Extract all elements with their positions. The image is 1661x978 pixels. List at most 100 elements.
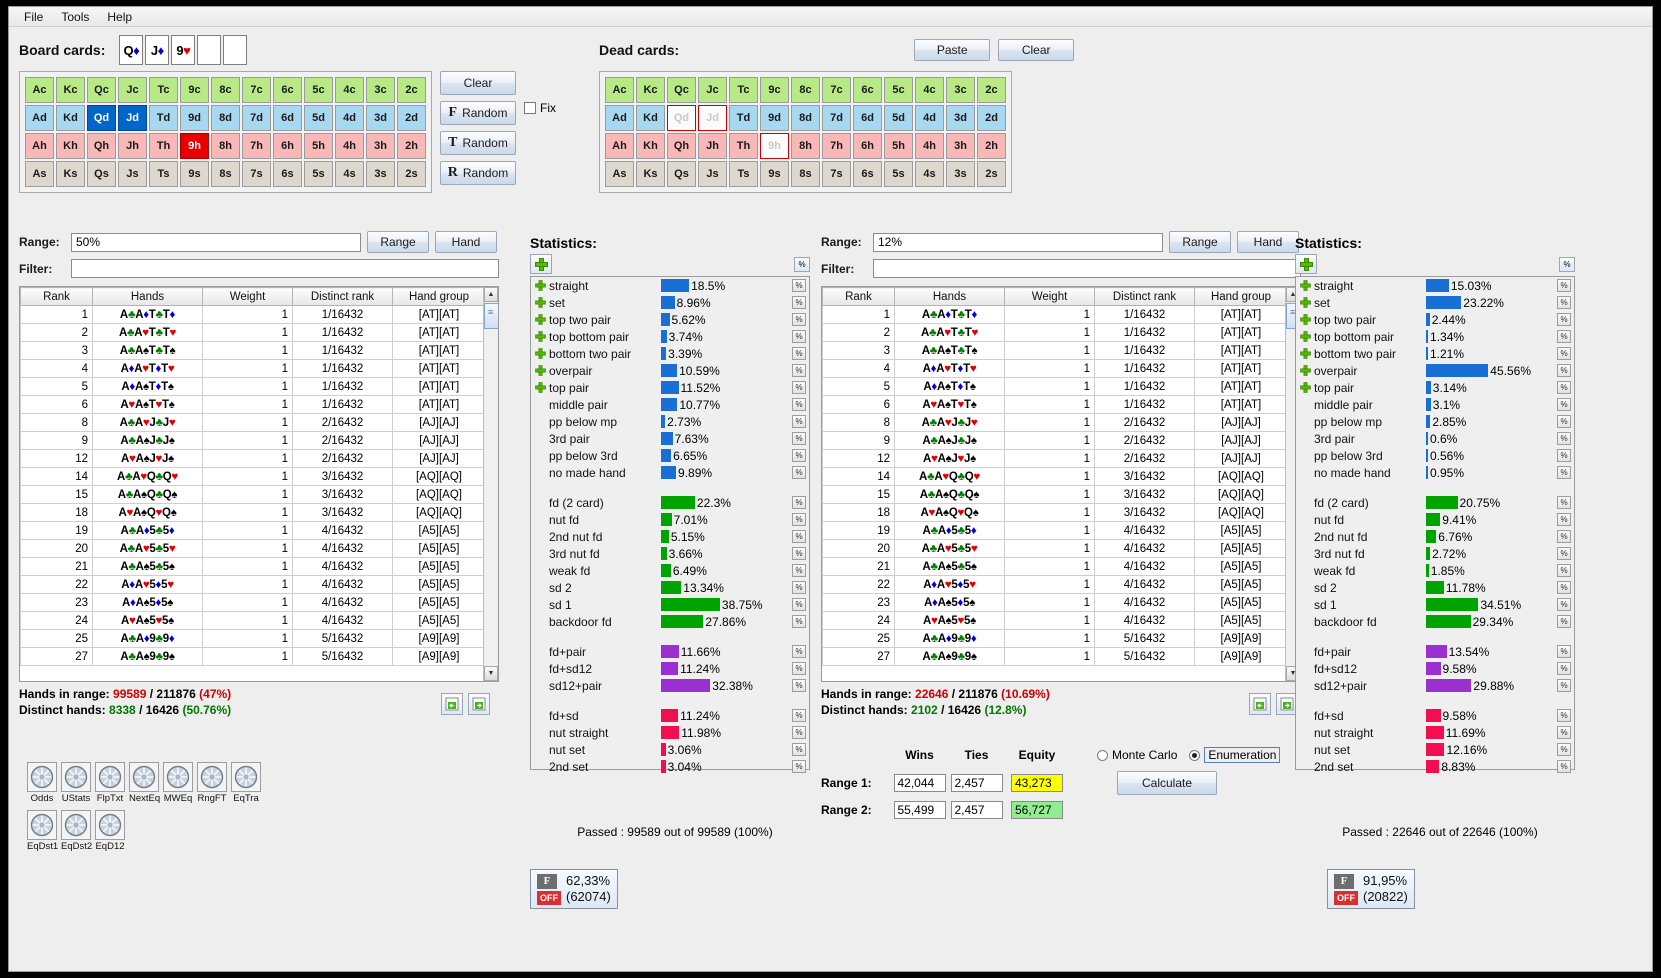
table-row[interactable]: 2 A♣A♥T♣T♥ 1 1/16432 [AT][AT] [20,323,485,342]
board-f-random-button[interactable]: F Random [440,101,516,125]
table-row[interactable]: 19 A♣A♦5♣5♦ 1 4/16432 [A5][A5] [20,521,485,540]
card-cell-4c[interactable]: 4c [335,77,364,103]
card-cell-2s[interactable]: 2s [397,161,426,187]
range2-hands-table[interactable]: Rank Hands Weight Distinct rank Hand group 1 A… [822,287,1287,666]
card-cell-8h[interactable]: 8h [211,133,240,159]
table-row[interactable]: 5 A♦A♠T♦T♠ 1 1/16432 [AT][AT] [822,377,1287,396]
card-cell-Kh[interactable]: Kh [56,133,85,159]
card-cell-6h[interactable]: 6h [853,133,882,159]
card-cell-Qh[interactable]: Qh [667,133,696,159]
expand-plus-icon[interactable] [1296,313,1314,326]
card-cell-8s[interactable]: 8s [791,161,820,187]
range1-import-icon[interactable] [441,693,463,715]
table-row[interactable]: 22 A♦A♥5♦5♥ 1 4/16432 [A5][A5] [20,575,485,594]
card-cell-Ts[interactable]: Ts [149,161,178,187]
stat-row-3rd-pair[interactable]: 3rd pair 0.6%% [1296,430,1574,447]
stat-percent-button[interactable]: % [792,679,806,692]
card-cell-5d[interactable]: 5d [884,105,913,131]
card-cell-Kd[interactable]: Kd [636,105,665,131]
statistics2-expand-all-button[interactable] [1295,254,1317,274]
board-card-slot-4[interactable] [197,35,222,65]
stat-percent-button[interactable]: % [1557,598,1571,611]
card-cell-8d[interactable]: 8d [211,105,240,131]
stat-percent-button[interactable]: % [1557,279,1571,292]
board-card-slots[interactable]: Q ♦ J ♦ 9 ♥ [119,35,248,65]
pie-chart-icon[interactable] [197,762,227,792]
card-cell-As[interactable]: As [25,161,54,187]
board-card-grid[interactable]: Ac Kc Qc Jc Tc 9c 8c 7c 6c 5c 4c 3c 2c Ad Kd Qd Jd Td 9d 8d… [19,71,432,193]
stat-percent-button[interactable]: % [792,726,806,739]
card-cell-7s[interactable]: 7s [242,161,271,187]
card-cell-As[interactable]: As [605,161,634,187]
card-cell-9d[interactable]: 9d [180,105,209,131]
stat-row-sd-1[interactable]: sd 1 38.75%% [531,596,809,613]
range1-hand-button[interactable]: Hand [435,231,497,253]
stat-percent-button[interactable]: % [1557,296,1571,309]
card-cell-6h[interactable]: 6h [273,133,302,159]
tool-eqd12[interactable]: EqD12 [95,810,125,852]
card-cell-7c[interactable]: 7c [822,77,851,103]
tool-eqtra[interactable]: EqTra [231,762,261,804]
card-cell-6d[interactable]: 6d [273,105,302,131]
table-row[interactable]: 3 A♣A♠T♣T♠ 1 1/16432 [AT][AT] [822,341,1287,360]
card-cell-9c[interactable]: 9c [760,77,789,103]
stat-percent-button[interactable]: % [1557,381,1571,394]
table-row[interactable]: 23 A♦A♠5♦5♠ 1 4/16432 [A5][A5] [822,593,1287,612]
board-card-slot-3[interactable]: 9 ♥ [171,35,196,65]
expand-plus-icon[interactable] [531,330,549,343]
table-row[interactable]: 4 A♦A♥T♦T♥ 1 1/16432 [AT][AT] [822,359,1287,378]
table-row[interactable]: 9 A♣A♠J♣J♠ 1 2/16432 [AJ][AJ] [20,431,485,450]
statistics2-percent-toggle[interactable]: % [1559,256,1575,272]
stat-percent-button[interactable]: % [1557,743,1571,756]
stat-percent-button[interactable]: % [792,466,806,479]
stat-row-overpair[interactable]: overpair 10.59%% [531,362,809,379]
card-cell-2h[interactable]: 2h [397,133,426,159]
stat-row-fd-sd[interactable]: fd+sd 11.24%% [531,707,809,724]
card-cell-Js[interactable]: Js [118,161,147,187]
stat-percent-button[interactable]: % [1557,645,1571,658]
card-cell-Th[interactable]: Th [149,133,178,159]
stat-row-pp-below-mp[interactable]: pp below mp 2.73%% [531,413,809,430]
range1-range-input[interactable]: 50% [71,232,361,252]
card-cell-8d[interactable]: 8d [791,105,820,131]
card-cell-8c[interactable]: 8c [211,77,240,103]
stat-percent-button[interactable]: % [1557,760,1571,773]
table-row[interactable]: 27 A♣A♠9♣9♠ 1 5/16432 [A9][A9] [20,647,485,666]
card-cell-Qd[interactable]: Qd [667,105,696,131]
stat-row-fd-2-card-[interactable]: fd (2 card) 20.75%% [1296,494,1574,511]
stat-row-backdoor-fd[interactable]: backdoor fd 27.86%% [531,613,809,630]
table-header-1[interactable]: Hands [92,287,203,306]
stat-row-sd12-pair[interactable]: sd12+pair 32.38%% [531,677,809,694]
card-cell-Tc[interactable]: Tc [149,77,178,103]
tool-ustats[interactable]: UStats [61,762,91,804]
card-cell-9s[interactable]: 9s [760,161,789,187]
expand-plus-icon[interactable] [531,279,549,292]
stat-percent-button[interactable]: % [1557,709,1571,722]
card-cell-9s[interactable]: 9s [180,161,209,187]
stat-percent-button[interactable]: % [1557,347,1571,360]
card-cell-Kc[interactable]: Kc [636,77,665,103]
card-cell-6d[interactable]: 6d [853,105,882,131]
stat-percent-button[interactable]: % [792,296,806,309]
card-cell-Ah[interactable]: Ah [25,133,54,159]
stat-row-middle-pair[interactable]: middle pair 10.77%% [531,396,809,413]
stat-row-fd-sd12[interactable]: fd+sd12 9.58%% [1296,660,1574,677]
expand-plus-icon[interactable] [1296,364,1314,377]
card-cell-9c[interactable]: 9c [180,77,209,103]
stat-row-no-made-hand[interactable]: no made hand 0.95%% [1296,464,1574,481]
pie-chart-icon[interactable] [95,762,125,792]
stat-percent-button[interactable]: % [1557,679,1571,692]
card-cell-Th[interactable]: Th [729,133,758,159]
card-cell-5c[interactable]: 5c [884,77,913,103]
stat-row-sd-2[interactable]: sd 2 11.78%% [1296,579,1574,596]
card-cell-Qs[interactable]: Qs [667,161,696,187]
card-cell-Jh[interactable]: Jh [698,133,727,159]
tool-eqdst2[interactable]: EqDst2 [61,810,92,852]
stat-percent-button[interactable]: % [1557,313,1571,326]
card-cell-Kh[interactable]: Kh [636,133,665,159]
stat-percent-button[interactable]: % [1557,530,1571,543]
stat-row-top-bottom-pair[interactable]: top bottom pair 1.34%% [1296,328,1574,345]
card-cell-Ks[interactable]: Ks [56,161,85,187]
table-row[interactable]: 14 A♣A♥Q♣Q♥ 1 3/16432 [AQ][AQ] [822,467,1287,486]
table-row[interactable]: 25 A♣A♦9♣9♦ 1 5/16432 [A9][A9] [822,629,1287,648]
